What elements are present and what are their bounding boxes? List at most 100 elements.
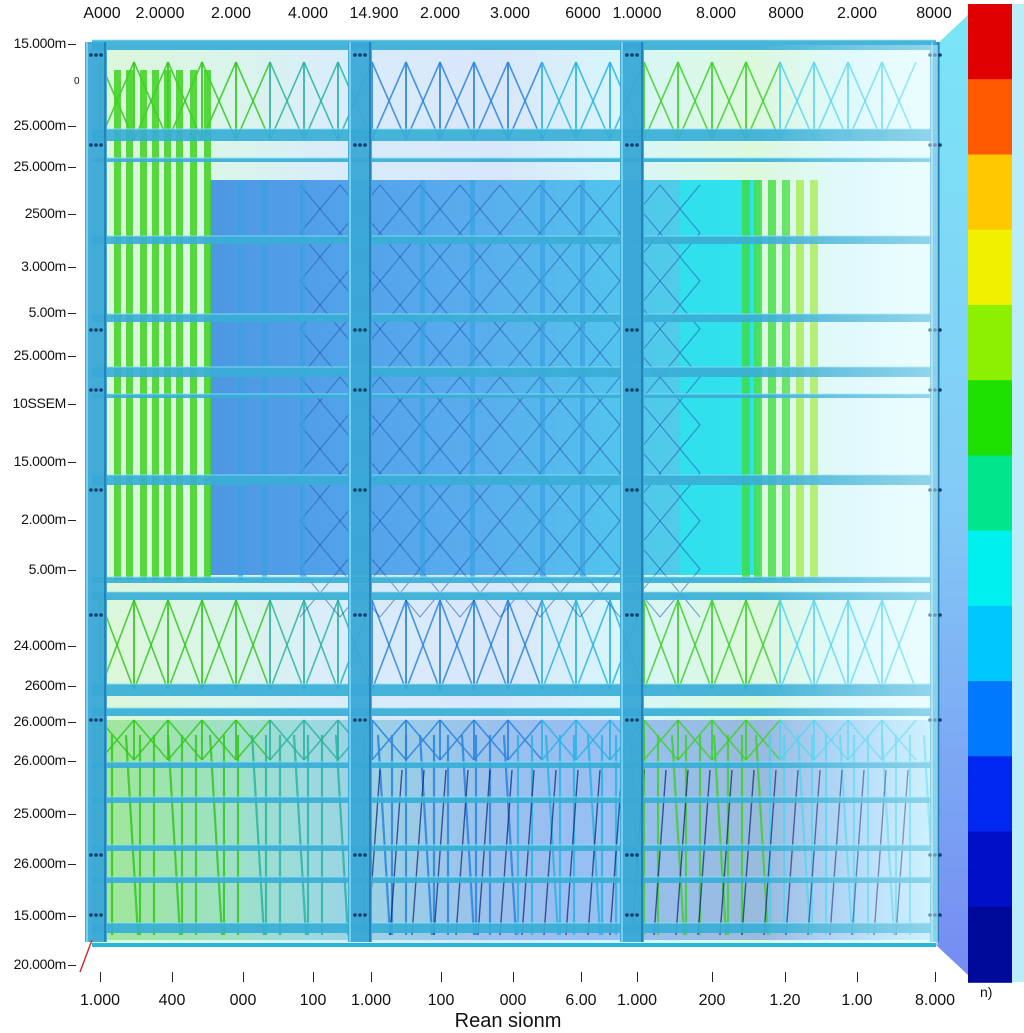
bolt <box>635 718 639 722</box>
bolt <box>99 143 103 147</box>
left-tick-label: 26.000m <box>13 752 67 768</box>
bolt <box>630 718 634 722</box>
left-tick-mark <box>68 965 76 966</box>
bolt <box>94 388 98 392</box>
colorbar-band <box>968 906 1012 983</box>
left-tick-label: 25.000m <box>13 158 67 174</box>
bottom-tick-label: 1.00 <box>841 992 873 1009</box>
bottom-tick-mark <box>371 972 372 982</box>
bolt <box>635 143 639 147</box>
top-tick-label: 2.0000 <box>135 5 185 22</box>
main-column <box>348 42 372 942</box>
bolt <box>94 328 98 332</box>
bottom-tick-mark <box>581 972 582 982</box>
bolt <box>89 143 93 147</box>
colorbar-band <box>968 530 1012 607</box>
bolt <box>635 613 639 617</box>
bolt <box>625 613 629 617</box>
bottom-tick-mark <box>172 972 173 982</box>
bolt <box>363 143 367 147</box>
bolt <box>89 53 93 57</box>
bottom-tick-label: 1.000 <box>350 992 392 1009</box>
left-tick-mark <box>68 313 76 314</box>
left-tick-label: 15.000m <box>13 453 67 469</box>
bolt <box>938 488 942 492</box>
bolt <box>358 143 362 147</box>
bolt <box>358 53 362 57</box>
left-tick-mark <box>68 570 76 571</box>
colorbar-band <box>968 605 1012 682</box>
bolt <box>89 613 93 617</box>
bottom-tick-mark <box>637 972 638 982</box>
bolt <box>363 913 367 917</box>
bolt <box>625 853 629 857</box>
bolt <box>353 388 357 392</box>
bolt <box>99 913 103 917</box>
colorbar-band <box>968 154 1012 231</box>
left-tick-mark <box>68 916 76 917</box>
bolt <box>99 388 103 392</box>
bottom-tick-mark <box>243 972 244 982</box>
left-tick-label: 2.000m <box>21 511 66 527</box>
bolt <box>99 718 103 722</box>
bolt <box>363 53 367 57</box>
colorbar-band <box>968 455 1012 532</box>
structure-viewport[interactable] <box>0 0 1024 1024</box>
bolt <box>89 388 93 392</box>
bolt <box>630 488 634 492</box>
bolt <box>353 613 357 617</box>
bolt <box>353 718 357 722</box>
left-tick-label: 26.000m <box>13 855 67 871</box>
top-tick-label: 14.900 <box>349 5 399 22</box>
top-tick-label: 4.000 <box>287 5 329 22</box>
left-tick-label: 5.00m <box>28 304 67 320</box>
left-tick-label: 26.000m <box>13 713 67 729</box>
bolt <box>353 853 357 857</box>
left-tick-label: 2500m <box>24 205 67 221</box>
bolt <box>94 488 98 492</box>
main-column <box>620 42 644 942</box>
bottom-tick-label: 000 <box>499 992 527 1009</box>
bolt <box>363 613 367 617</box>
bolt <box>94 853 98 857</box>
bolt <box>938 853 942 857</box>
bottom-tick-label: 100 <box>427 992 455 1009</box>
bottom-tick-label: 1.20 <box>769 992 801 1009</box>
left-tick-mark <box>68 167 76 168</box>
right-fade-overlay <box>760 45 938 945</box>
vertical-pipe <box>114 70 121 580</box>
bolt <box>353 913 357 917</box>
bolt <box>363 388 367 392</box>
left-tick-mark <box>68 761 76 762</box>
bolt <box>630 388 634 392</box>
bolt <box>358 853 362 857</box>
colorbar-band <box>968 79 1012 156</box>
bolt <box>635 913 639 917</box>
colorbar-band <box>968 831 1012 908</box>
bolt <box>625 488 629 492</box>
colorbar-band <box>968 4 1012 80</box>
bolt <box>94 718 98 722</box>
bolt <box>363 328 367 332</box>
colorbar-band <box>968 304 1012 381</box>
bolt <box>94 143 98 147</box>
bottom-tick-label: 200 <box>698 992 726 1009</box>
vertical-pipe <box>190 70 197 580</box>
left-tick-mark <box>68 646 76 647</box>
bottom-tick-label: 1.000 <box>79 992 121 1009</box>
left-tick-label: 24.000m <box>13 637 67 653</box>
bolt <box>99 53 103 57</box>
bolt <box>363 488 367 492</box>
colorbar-band <box>968 380 1012 457</box>
left-tick-label: 25.000m <box>13 117 67 133</box>
bolt <box>625 328 629 332</box>
vertical-pipe <box>164 70 171 580</box>
bolt <box>358 913 362 917</box>
colorbar <box>968 4 1024 983</box>
bolt <box>630 613 634 617</box>
bolt <box>358 613 362 617</box>
bottom-tick-mark <box>441 972 442 982</box>
origin-label: 0 <box>74 76 80 87</box>
bolt <box>635 388 639 392</box>
bolt <box>635 853 639 857</box>
